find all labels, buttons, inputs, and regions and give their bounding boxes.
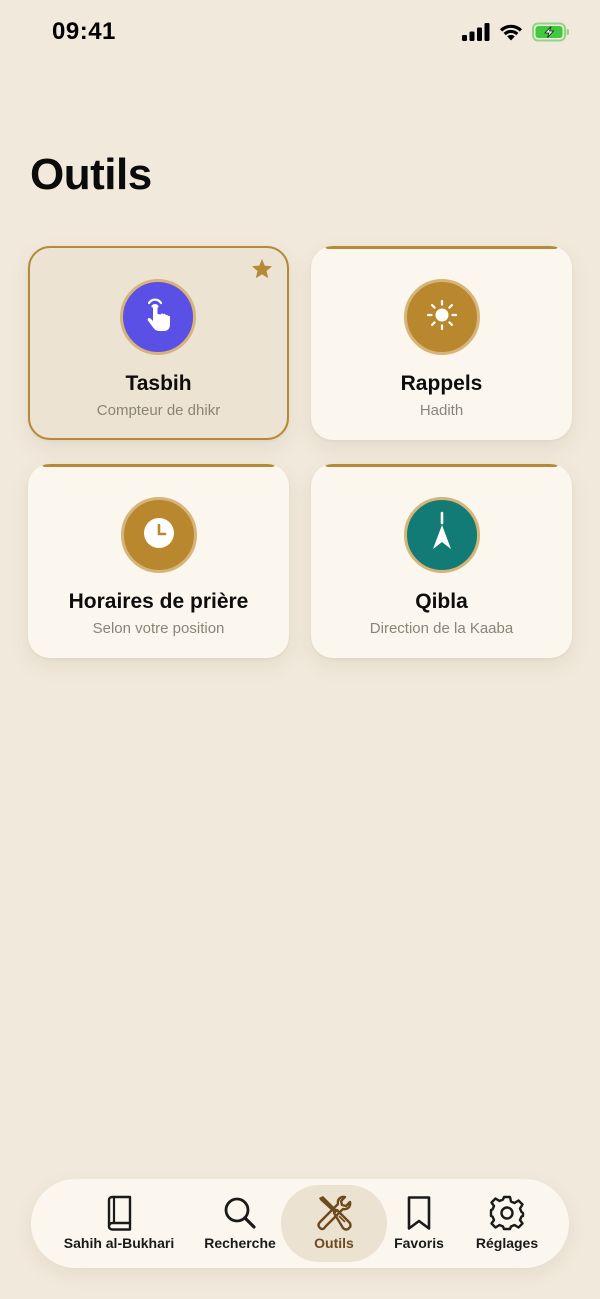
tab-outils[interactable]: Outils xyxy=(293,1179,375,1268)
rappels-icon-circle xyxy=(403,279,480,355)
search-icon xyxy=(223,1195,257,1231)
card-subtitle: Selon votre position xyxy=(92,620,225,637)
status-time: 09:41 xyxy=(52,18,116,45)
wifi-icon xyxy=(499,23,523,46)
favorite-star-icon[interactable] xyxy=(251,258,273,284)
card-subtitle: Direction de la Kaaba xyxy=(369,620,514,637)
page-title: Outils xyxy=(30,150,152,199)
tab-bar: Sahih al-Bukhari Recherche Outils Favori… xyxy=(31,1179,569,1268)
bookmark-icon xyxy=(406,1195,432,1231)
status-icons xyxy=(462,22,570,47)
tools-icon xyxy=(315,1195,353,1231)
card-title: Qibla xyxy=(415,590,468,613)
gear-icon xyxy=(489,1195,525,1231)
compass-arrow-icon xyxy=(424,511,460,560)
tap-hand-icon xyxy=(138,295,178,340)
tab-reglages[interactable]: Réglages xyxy=(463,1179,551,1268)
card-title: Horaires de prière xyxy=(68,590,249,613)
tool-card-qibla[interactable]: Qibla Direction de la Kaaba xyxy=(311,464,572,658)
tab-label: Outils xyxy=(314,1235,354,1251)
prayer-times-icon-circle xyxy=(120,497,197,573)
tab-label: Sahih al-Bukhari xyxy=(63,1235,175,1251)
clock-icon xyxy=(141,515,177,556)
tasbih-icon-circle xyxy=(119,279,196,355)
tool-card-prayer-times[interactable]: Horaires de prière Selon votre position xyxy=(28,464,289,658)
tab-label: Favoris xyxy=(394,1235,444,1251)
card-title: Tasbih xyxy=(125,372,192,395)
tab-label: Recherche xyxy=(204,1235,276,1251)
signal-icon xyxy=(462,23,490,46)
status-bar: 09:41 xyxy=(0,0,600,66)
book-icon xyxy=(104,1195,134,1231)
qibla-icon-circle xyxy=(403,497,480,573)
battery-charging-icon xyxy=(532,22,570,47)
tool-card-tasbih[interactable]: Tasbih Compteur de dhikr xyxy=(28,246,289,440)
card-subtitle: Compteur de dhikr xyxy=(96,402,221,419)
card-subtitle: Hadith xyxy=(419,402,464,419)
tab-recherche[interactable]: Recherche xyxy=(195,1179,285,1268)
tab-favoris[interactable]: Favoris xyxy=(381,1179,457,1268)
tool-card-rappels[interactable]: Rappels Hadith xyxy=(311,246,572,440)
card-title: Rappels xyxy=(400,372,483,395)
tab-sahih-al-bukhari[interactable]: Sahih al-Bukhari xyxy=(59,1179,179,1268)
tab-label: Réglages xyxy=(475,1235,539,1251)
sun-icon xyxy=(425,298,459,337)
